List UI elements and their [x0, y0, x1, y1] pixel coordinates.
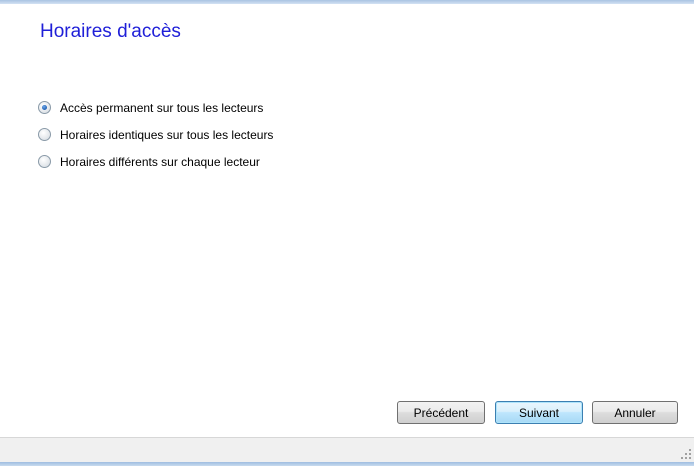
radio-button-selected-icon[interactable]	[38, 101, 51, 114]
page-title: Horaires d'accès	[40, 21, 181, 42]
radio-option-label: Horaires identiques sur tous les lecteur…	[60, 127, 274, 142]
radio-option-permanent-access[interactable]: Accès permanent sur tous les lecteurs	[38, 94, 273, 121]
next-button[interactable]: Suivant	[495, 401, 583, 424]
radio-button-icon[interactable]	[38, 128, 51, 141]
window-top-border	[0, 0, 694, 4]
radio-option-label: Accès permanent sur tous les lecteurs	[60, 100, 264, 115]
status-bar	[0, 437, 694, 462]
radio-option-label: Horaires différents sur chaque lecteur	[60, 154, 260, 169]
window-bottom-border	[0, 462, 694, 466]
access-schedule-radio-group: Accès permanent sur tous les lecteurs Ho…	[38, 94, 273, 175]
cancel-button[interactable]: Annuler	[592, 401, 678, 424]
radio-option-different-schedules[interactable]: Horaires différents sur chaque lecteur	[38, 148, 273, 175]
radio-button-icon[interactable]	[38, 155, 51, 168]
previous-button[interactable]: Précédent	[397, 401, 485, 424]
resize-grip-icon[interactable]	[681, 449, 691, 459]
radio-option-identical-schedules[interactable]: Horaires identiques sur tous les lecteur…	[38, 121, 273, 148]
